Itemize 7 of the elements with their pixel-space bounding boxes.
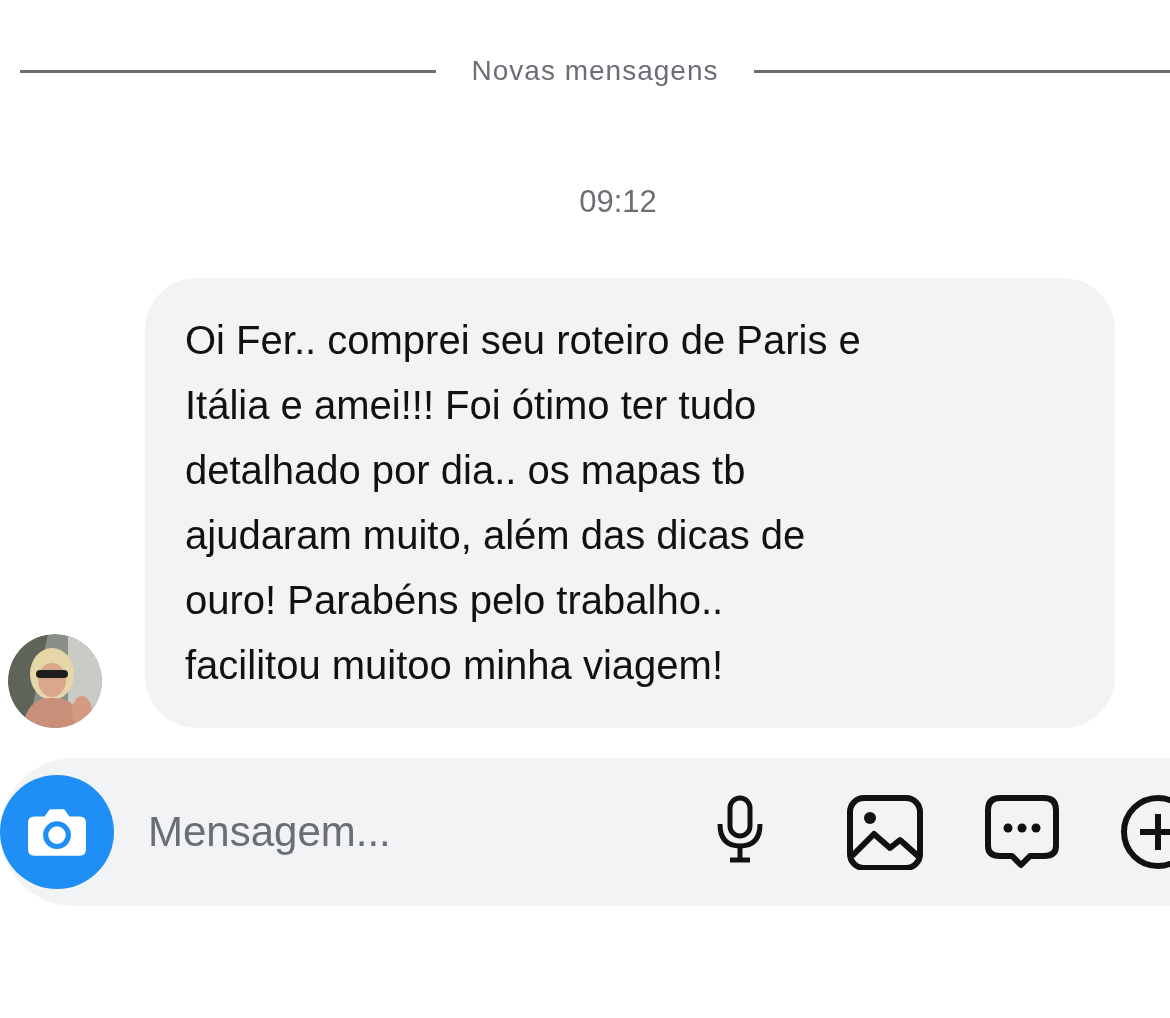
image-icon[interactable] bbox=[846, 794, 926, 870]
new-messages-label: Novas mensagens bbox=[471, 55, 719, 87]
message-text: Oi Fer.. comprei seu roteiro de Paris e Itália e amei!!! Foi ótimo ter tudo detalhado por dia.. os mapas tb ajudaram muito, além das dicas de ouro! Parabéns pelo trabalho.. facilitou muitoo minha viagem! bbox=[185, 317, 862, 689]
timestamp: 09:12 bbox=[579, 184, 657, 220]
camera-icon bbox=[26, 806, 88, 858]
chat-bubble-icon[interactable] bbox=[982, 794, 1062, 870]
message-input[interactable]: Mensagem... bbox=[146, 807, 686, 857]
